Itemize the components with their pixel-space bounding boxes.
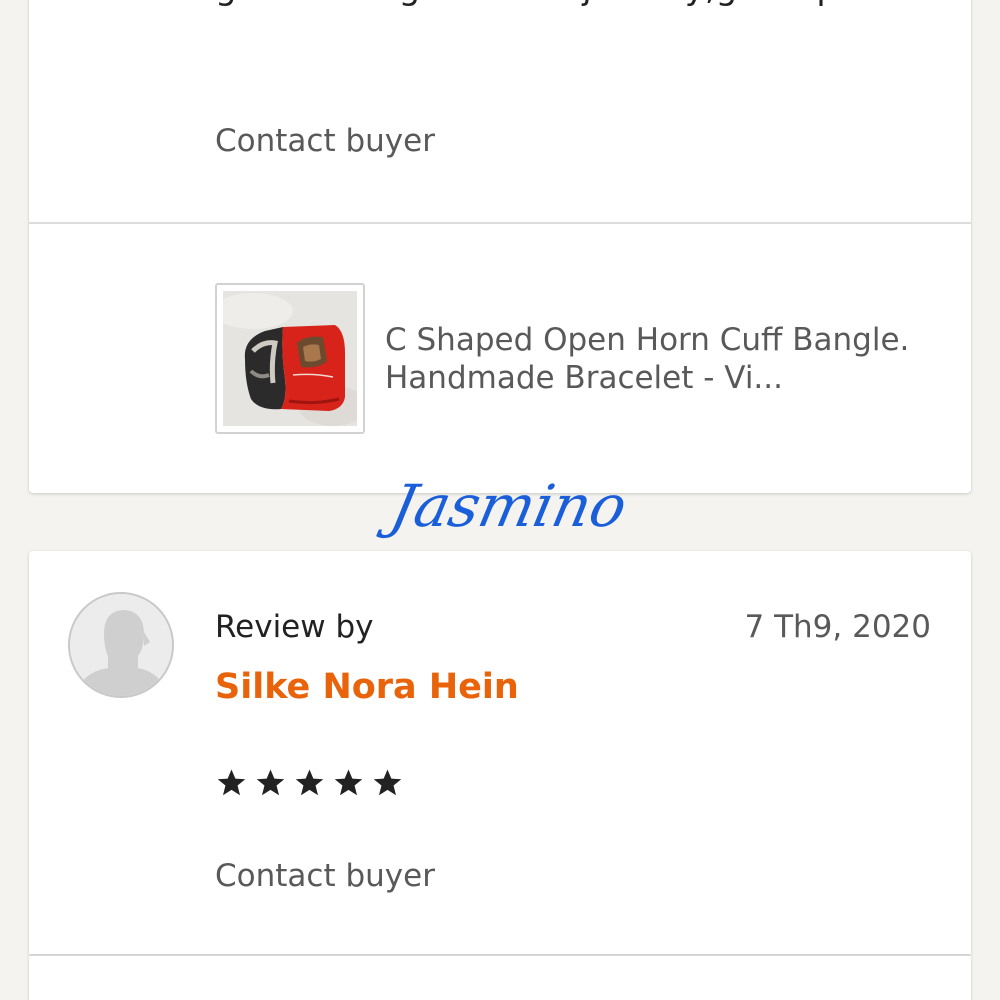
default-user-silhouette-icon[interactable]: [68, 592, 174, 698]
review-by-label: Review by: [215, 609, 374, 645]
product-thumbnail[interactable]: [215, 283, 365, 434]
review-date: 7 Th9, 2020: [744, 609, 931, 645]
review-card-previous: great with geometric jewelry,great price…: [29, 0, 971, 493]
product-title[interactable]: C Shaped Open Horn Cuff Bangle. Handmade…: [385, 321, 925, 397]
review-card-next: [29, 955, 971, 1000]
star-icon: [373, 769, 402, 796]
star-icon: [256, 769, 285, 796]
contact-buyer-link[interactable]: Contact buyer: [215, 123, 435, 159]
star-icon: [334, 769, 363, 796]
svg-text:Jasmino: Jasmino: [375, 473, 633, 540]
star-icon: [217, 769, 246, 796]
review-text: great with geometric jewelry,great price…: [215, 0, 915, 8]
star-icon: [295, 769, 324, 796]
reviewer-name-link[interactable]: Silke Nora Hein: [215, 667, 519, 707]
card-divider: [29, 222, 971, 224]
bracelet-photo-icon: [223, 291, 357, 426]
star-rating: [215, 766, 404, 799]
contact-buyer-link[interactable]: Contact buyer: [215, 858, 435, 894]
review-card: Review by 7 Th9, 2020 Silke Nora Hein Co…: [29, 551, 971, 954]
product-link[interactable]: C Shaped Open Horn Cuff Bangle. Handmade…: [215, 283, 925, 434]
jasmino-watermark-logo: Jasmino: [375, 473, 633, 540]
